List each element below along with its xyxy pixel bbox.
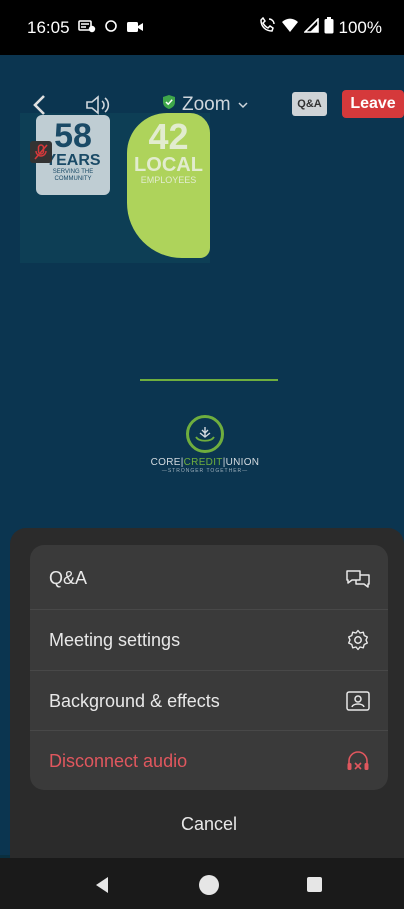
video-icon [126, 18, 144, 38]
status-time: 16:05 [27, 17, 70, 37]
options-menu: Q&A Meeting settings Background & effect… [30, 545, 388, 790]
system-nav-bar [0, 858, 404, 909]
signal-icon [302, 16, 319, 38]
menu-item-qa[interactable]: Q&A [30, 548, 388, 609]
menu-item-disconnect-audio[interactable]: Disconnect audio [30, 730, 388, 790]
circle-icon [104, 18, 118, 38]
headphones-disconnect-icon [344, 747, 372, 775]
cancel-button[interactable]: Cancel [30, 800, 388, 848]
background-portrait-icon [344, 687, 372, 715]
menu-item-meeting-settings[interactable]: Meeting settings [30, 609, 388, 670]
nav-home-icon[interactable] [199, 875, 219, 895]
menu-item-label: Disconnect audio [49, 750, 188, 771]
status-bar: 16:05 100% [0, 0, 404, 55]
wifi-icon [281, 18, 299, 38]
qa-chat-icon [344, 565, 372, 593]
menu-item-label: Background & effects [49, 690, 220, 711]
nav-back-icon[interactable] [93, 876, 111, 894]
battery-percent: 100% [338, 17, 382, 37]
nav-recents-icon[interactable] [307, 877, 322, 892]
notification-icon [77, 18, 96, 38]
gear-icon [344, 626, 372, 654]
phone-screen: 16:05 100% 58 YEARS SERVING THE COMMUNIT… [0, 0, 404, 909]
wifi-call-icon [258, 16, 276, 38]
menu-item-background-effects[interactable]: Background & effects [30, 670, 388, 731]
menu-item-label: Meeting settings [49, 629, 181, 650]
battery-icon [324, 16, 334, 39]
more-options-sheet: Q&A Meeting settings Background & effect… [10, 528, 404, 858]
menu-item-label: Q&A [49, 568, 88, 588]
